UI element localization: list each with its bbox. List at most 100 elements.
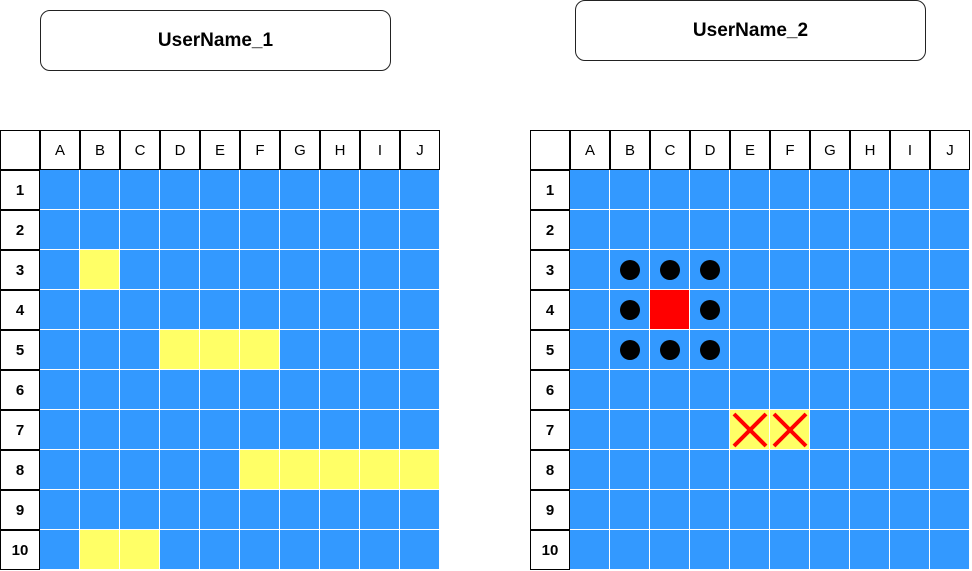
grid-cell-b2[interactable] [80,210,120,250]
grid-cell-d9[interactable] [690,490,730,530]
grid-cell-c4[interactable] [120,290,160,330]
grid-cell-i5[interactable] [890,330,930,370]
grid-cell-j3[interactable] [930,250,970,290]
grid-cell-j4[interactable] [400,290,440,330]
grid-cell-e3[interactable] [730,250,770,290]
grid-cell-f9[interactable] [770,490,810,530]
grid-cell-b1[interactable] [80,170,120,210]
grid-cell-d1[interactable] [160,170,200,210]
grid-cell-c9[interactable] [650,490,690,530]
grid-cell-e3[interactable] [200,250,240,290]
grid-cell-g9[interactable] [280,490,320,530]
grid-cell-i1[interactable] [360,170,400,210]
grid-cell-a6[interactable] [40,370,80,410]
grid-cell-h1[interactable] [850,170,890,210]
grid-cell-a4[interactable] [570,290,610,330]
grid-cell-h6[interactable] [850,370,890,410]
grid-cell-c3[interactable] [120,250,160,290]
grid-cell-j2[interactable] [930,210,970,250]
ship-cell-j8[interactable] [400,450,440,490]
grid-cell-i10[interactable] [890,530,930,570]
grid-cell-e9[interactable] [200,490,240,530]
grid-cell-i1[interactable] [890,170,930,210]
grid-cell-e8[interactable] [200,450,240,490]
sunk-cell-c4[interactable] [650,290,690,330]
grid-cell-h9[interactable] [850,490,890,530]
grid-cell-a3[interactable] [570,250,610,290]
grid-cell-a7[interactable] [40,410,80,450]
ship-cell-f8[interactable] [240,450,280,490]
grid-cell-g9[interactable] [810,490,850,530]
grid-cell-c1[interactable] [120,170,160,210]
ship-cell-i8[interactable] [360,450,400,490]
grid-cell-h4[interactable] [320,290,360,330]
grid-cell-d6[interactable] [160,370,200,410]
grid-cell-d7[interactable] [690,410,730,450]
grid-cell-f6[interactable] [770,370,810,410]
grid-cell-f10[interactable] [770,530,810,570]
grid-cell-e2[interactable] [730,210,770,250]
grid-cell-g8[interactable] [810,450,850,490]
grid-cell-f8[interactable] [770,450,810,490]
grid-cell-c10[interactable] [650,530,690,570]
grid-cell-b5[interactable] [610,330,650,370]
grid-cell-i4[interactable] [360,290,400,330]
grid-cell-b7[interactable] [610,410,650,450]
grid-cell-f2[interactable] [240,210,280,250]
grid-cell-i4[interactable] [890,290,930,330]
grid-cell-e7[interactable] [200,410,240,450]
grid-cell-f1[interactable] [770,170,810,210]
grid-cell-i10[interactable] [360,530,400,570]
grid-cell-e1[interactable] [200,170,240,210]
grid-cell-g3[interactable] [280,250,320,290]
grid-cell-f4[interactable] [240,290,280,330]
grid-cell-d2[interactable] [690,210,730,250]
grid-cell-a5[interactable] [40,330,80,370]
grid-cell-e2[interactable] [200,210,240,250]
grid-cell-e4[interactable] [730,290,770,330]
grid-cell-j9[interactable] [930,490,970,530]
grid-cell-e10[interactable] [730,530,770,570]
ship-cell-e5[interactable] [200,330,240,370]
grid-cell-b9[interactable] [80,490,120,530]
grid-cell-d3[interactable] [160,250,200,290]
grid-cell-b5[interactable] [80,330,120,370]
grid-cell-h10[interactable] [320,530,360,570]
grid-cell-a10[interactable] [570,530,610,570]
grid-cell-d2[interactable] [160,210,200,250]
grid-cell-h7[interactable] [850,410,890,450]
grid-cell-j10[interactable] [400,530,440,570]
grid-cell-i9[interactable] [360,490,400,530]
grid-cell-h6[interactable] [320,370,360,410]
grid-cell-g2[interactable] [810,210,850,250]
grid-cell-d9[interactable] [160,490,200,530]
grid-cell-f5[interactable] [770,330,810,370]
grid-cell-f6[interactable] [240,370,280,410]
grid-cell-g10[interactable] [280,530,320,570]
grid-cell-d5[interactable] [690,330,730,370]
grid-cell-h8[interactable] [850,450,890,490]
grid-cell-e5[interactable] [730,330,770,370]
grid-cell-c9[interactable] [120,490,160,530]
grid-cell-j4[interactable] [930,290,970,330]
grid-cell-h3[interactable] [850,250,890,290]
grid-cell-a8[interactable] [40,450,80,490]
grid-cell-i2[interactable] [360,210,400,250]
grid-cell-b1[interactable] [610,170,650,210]
grid-cell-g4[interactable] [280,290,320,330]
grid-cell-g4[interactable] [810,290,850,330]
grid-cell-h5[interactable] [850,330,890,370]
grid-cell-a8[interactable] [570,450,610,490]
grid-cell-c6[interactable] [120,370,160,410]
ship-cell-f5[interactable] [240,330,280,370]
grid-cell-j6[interactable] [400,370,440,410]
grid-cell-a9[interactable] [40,490,80,530]
grid-cell-i8[interactable] [890,450,930,490]
grid-cell-a7[interactable] [570,410,610,450]
grid-cell-h5[interactable] [320,330,360,370]
hit-cell-f7[interactable] [770,410,810,450]
grid-cell-d4[interactable] [160,290,200,330]
grid-cell-g7[interactable] [280,410,320,450]
grid-cell-c7[interactable] [650,410,690,450]
grid-cell-i2[interactable] [890,210,930,250]
